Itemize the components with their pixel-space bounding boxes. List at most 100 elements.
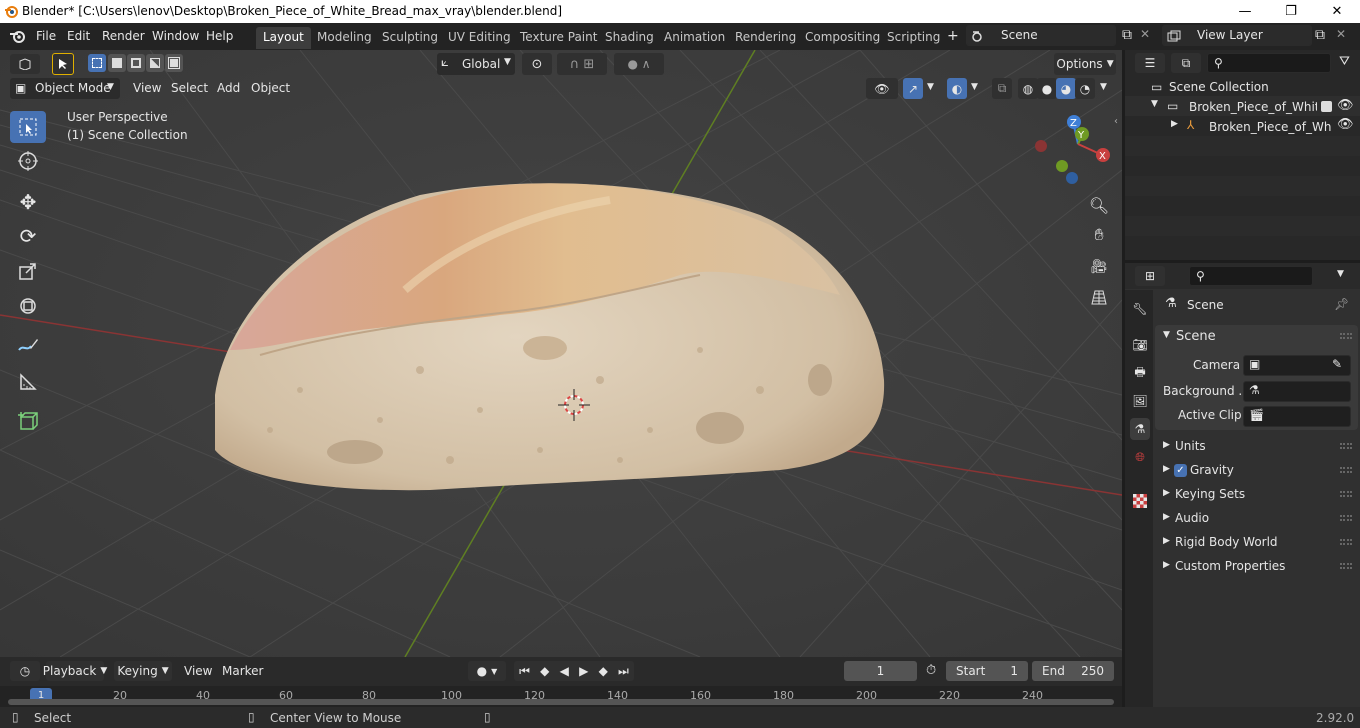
jump-start-icon[interactable]: ⏮︎ (519, 664, 530, 679)
timeline-scrollbar[interactable] (8, 699, 1114, 705)
pan-button[interactable]: ✋︎ (1086, 222, 1112, 248)
options-dropdown[interactable]: Options ▼ (1054, 53, 1116, 75)
remove-scene-icon[interactable]: ✕ (1140, 27, 1150, 41)
tab-texture-paint[interactable]: Texture Paint (513, 27, 604, 49)
tab-uv-editing[interactable]: UV Editing (441, 27, 518, 49)
play-icon[interactable]: ▶ (579, 664, 588, 678)
new-scene-icon[interactable]: ⧉ (1122, 27, 1132, 43)
stopwatch-icon[interactable]: ⏱︎ (926, 663, 936, 678)
panel-chevron-icon[interactable]: ▶ (1163, 512, 1170, 522)
eye-icon[interactable]: 👁︎ (1337, 117, 1354, 132)
tool-select-box[interactable] (10, 111, 46, 143)
panel-chevron-icon[interactable]: ▶ (1163, 464, 1170, 474)
new-view-layer-icon[interactable]: ⧉ (1315, 27, 1325, 43)
section-audio[interactable]: Audio (1175, 511, 1209, 525)
tab-render[interactable]: 📷︎ (1130, 334, 1150, 356)
close-window-button[interactable]: ✕ (1314, 0, 1360, 23)
display-mode-dropdown[interactable]: ⧉ (1171, 53, 1201, 73)
tab-scripting[interactable]: Scripting (880, 27, 947, 49)
scene-selector[interactable]: Scene (966, 25, 1116, 46)
tab-shading[interactable]: Shading (598, 27, 661, 49)
playback-dropdown[interactable]: Playback ▼ (43, 661, 107, 681)
remove-view-layer-icon[interactable]: ✕ (1336, 27, 1346, 41)
select-mode-invert-button[interactable] (146, 54, 164, 72)
end-frame-field[interactable]: End 250 (1032, 661, 1114, 681)
drag-grip-icon[interactable] (1340, 515, 1352, 521)
menu-edit[interactable]: Edit (67, 29, 90, 43)
tab-sculpting[interactable]: Sculpting (375, 27, 445, 49)
select-mode-extend-button[interactable] (108, 54, 126, 72)
maximize-button[interactable]: ❐ (1268, 0, 1314, 23)
tab-scene[interactable]: ⚗︎ (1130, 418, 1150, 440)
next-keyframe-icon[interactable]: ◆ (599, 664, 608, 678)
proportional-editing-dropdown[interactable]: ● ∧ (614, 53, 664, 75)
view-layer-selector[interactable]: View Layer (1162, 25, 1312, 46)
transform-orientation-dropdown[interactable]: ⟀ Global ▼ (437, 53, 515, 75)
active-clip-field[interactable]: 🎬︎ (1243, 406, 1351, 427)
tool-move[interactable]: ✥ (10, 186, 46, 218)
editor-type-button[interactable] (10, 54, 40, 74)
menu-view[interactable]: View (133, 81, 161, 95)
snapping-dropdown[interactable]: ∩ ⊞ (557, 53, 607, 75)
outliner-editor-type-button[interactable]: ☰ (1135, 53, 1165, 73)
tab-output[interactable]: 🖶︎ (1130, 362, 1150, 384)
eyedropper-icon[interactable]: ✎ (1332, 357, 1342, 371)
menu-object[interactable]: Object (251, 81, 290, 95)
properties-editor-type-button[interactable]: ⊞ (1135, 266, 1165, 286)
tab-texture[interactable] (1130, 490, 1150, 512)
tool-add-cube[interactable] (10, 406, 46, 438)
tool-cursor[interactable] (10, 145, 46, 177)
section-rigid-body-world[interactable]: Rigid Body World (1175, 535, 1278, 549)
auto-keying-toggle[interactable]: ● ▼ (468, 661, 506, 681)
section-keying-sets[interactable]: Keying Sets (1175, 487, 1245, 501)
drag-grip-icon[interactable] (1340, 539, 1352, 545)
overlays-toggle[interactable]: ◐ (947, 78, 967, 99)
expand-chevron-icon[interactable]: ▶ (1171, 119, 1178, 129)
keying-dropdown[interactable]: Keying ▼ (114, 661, 172, 681)
panel-chevron-icon[interactable]: ▶ (1163, 536, 1170, 546)
select-mode-new-button[interactable] (88, 54, 106, 72)
play-reverse-icon[interactable]: ◀ (560, 664, 569, 678)
sidebar-toggle-icon[interactable]: ‹ (1114, 116, 1118, 127)
filter-icon[interactable]: ⛛ (1339, 54, 1350, 69)
tool-measure[interactable] (10, 366, 46, 398)
tool-rotate[interactable]: ⟳ (10, 220, 46, 252)
ortho-toggle-button[interactable] (1086, 284, 1112, 310)
section-custom-properties[interactable]: Custom Properties (1175, 559, 1285, 573)
shading-wireframe-button[interactable]: ◍ (1018, 78, 1038, 99)
drag-grip-icon[interactable] (1340, 333, 1352, 339)
collection-checkbox-icon[interactable] (1321, 101, 1332, 112)
add-workspace-button[interactable]: + (947, 28, 959, 44)
start-frame-field[interactable]: Start 1 (946, 661, 1028, 681)
navigation-gizmo[interactable]: Z Y X (1030, 114, 1120, 186)
gravity-checkbox[interactable]: ✓ (1174, 464, 1187, 477)
shading-solid-button[interactable]: ● (1037, 78, 1057, 99)
properties-search-input[interactable]: ⚲ (1189, 266, 1313, 286)
shading-material-button[interactable]: ◕ (1056, 78, 1076, 99)
panel-chevron-icon[interactable]: ▶ (1163, 488, 1170, 498)
timeline-menu-view[interactable]: View (184, 664, 212, 678)
chevron-down-icon[interactable]: ▼ (1337, 269, 1344, 279)
chevron-down-icon[interactable]: ▼ (1100, 82, 1107, 92)
visibility-dropdown[interactable]: 👁︎ (866, 78, 898, 99)
current-frame-field[interactable]: 1 (844, 661, 917, 681)
drag-grip-icon[interactable] (1340, 467, 1352, 473)
outliner-object-name[interactable]: Broken_Piece_of_Wh (1209, 120, 1331, 134)
blender-menu-icon[interactable] (9, 29, 26, 44)
timeline-ruler[interactable]: 1 20 40 60 80 100 120 140 160 180 200 22… (0, 686, 1122, 707)
shading-rendered-button[interactable]: ◔ (1075, 78, 1095, 99)
background-scene-field[interactable]: ⚗︎ (1243, 381, 1351, 402)
menu-add[interactable]: Add (217, 81, 240, 95)
drag-grip-icon[interactable] (1340, 563, 1352, 569)
chevron-down-icon[interactable]: ▼ (927, 82, 934, 92)
tab-rendering[interactable]: Rendering (728, 27, 803, 49)
select-mode-subtract-button[interactable] (127, 54, 145, 72)
camera-view-button[interactable]: 🎥︎ (1086, 254, 1112, 280)
xray-toggle[interactable]: ⧉ (992, 78, 1012, 99)
section-units[interactable]: Units (1175, 439, 1206, 453)
zoom-button[interactable]: 🔍︎ (1086, 192, 1112, 218)
tab-compositing[interactable]: Compositing (798, 27, 887, 49)
pin-icon[interactable]: 📌︎ (1334, 297, 1349, 311)
expand-chevron-icon[interactable]: ▼ (1151, 99, 1158, 109)
tab-view-layer[interactable]: 🖼︎ (1130, 390, 1150, 412)
